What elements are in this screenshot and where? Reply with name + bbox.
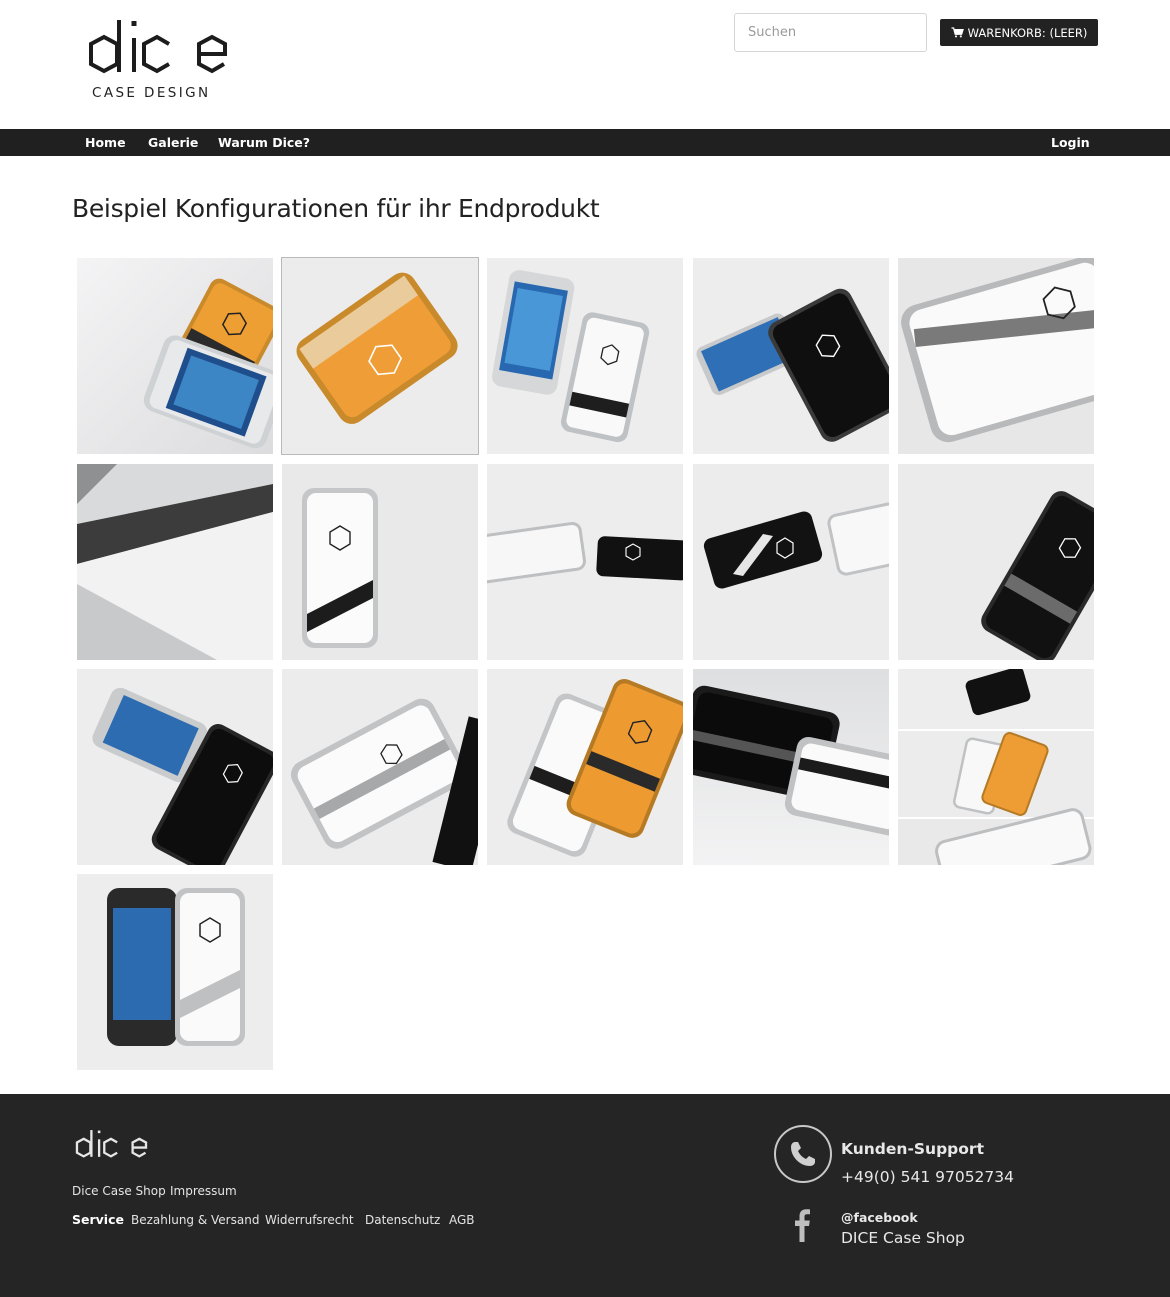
gallery-image-12[interactable]: [282, 669, 478, 865]
footer-service-label: Service: [72, 1212, 124, 1227]
gallery-image-14[interactable]: [693, 669, 889, 865]
facebook-icon[interactable]: [793, 1208, 811, 1246]
footer-link-agb[interactable]: AGB: [449, 1213, 475, 1227]
gallery-image-9[interactable]: [693, 464, 889, 660]
gallery-image-4[interactable]: [693, 258, 889, 454]
gallery-grid: [77, 257, 1094, 1070]
gallery-image-10[interactable]: [898, 464, 1094, 660]
facebook-handle[interactable]: @facebook: [841, 1210, 918, 1225]
main-navigation: Home Galerie Warum Dice? Login: [0, 129, 1170, 156]
dice-logo[interactable]: CASE DESIGN: [84, 16, 234, 106]
footer-link-impressum[interactable]: Impressum: [170, 1184, 237, 1198]
site-header: CASE DESIGN WARENKORB: (LEER): [0, 0, 1170, 129]
shopping-cart-icon: [951, 27, 964, 38]
site-footer: Dice Case Shop Impressum Service Bezahlu…: [0, 1094, 1170, 1297]
search-input[interactable]: [734, 13, 927, 52]
gallery-image-8[interactable]: [487, 464, 683, 660]
footer-link-datenschutz[interactable]: Datenschutz: [365, 1213, 440, 1227]
gallery-image-13[interactable]: [487, 669, 683, 865]
footer-link-bezahlung-versand[interactable]: Bezahlung & Versand: [131, 1213, 259, 1227]
footer-dice-logo[interactable]: [72, 1128, 152, 1166]
dice-logo-mark: [89, 20, 227, 74]
gallery-image-5[interactable]: [898, 258, 1094, 454]
cart-label: WARENKORB: (LEER): [967, 25, 1088, 40]
support-phone[interactable]: +49(0) 541 97052734: [841, 1168, 1014, 1186]
logo-subtitle: CASE DESIGN: [92, 85, 211, 101]
gallery-image-15[interactable]: [898, 669, 1094, 865]
gallery-image-16[interactable]: [77, 874, 273, 1070]
gallery-image-1[interactable]: [77, 258, 273, 454]
gallery-image-6[interactable]: [77, 464, 273, 660]
footer-link-dice-case-shop[interactable]: Dice Case Shop: [72, 1184, 166, 1198]
facebook-shop-name[interactable]: DICE Case Shop: [841, 1229, 965, 1247]
nav-item-warum-dice[interactable]: Warum Dice?: [218, 129, 310, 156]
nav-item-galerie[interactable]: Galerie: [148, 129, 198, 156]
gallery-image-7[interactable]: [282, 464, 478, 660]
footer-link-widerrufsrecht[interactable]: Widerrufsrecht: [265, 1213, 354, 1227]
support-title: Kunden-Support: [841, 1140, 984, 1158]
page-title: Beispiel Konfigurationen für ihr Endprod…: [72, 194, 600, 223]
phone-icon: [774, 1125, 832, 1183]
gallery-image-11[interactable]: [77, 669, 273, 865]
gallery-image-2[interactable]: [281, 257, 479, 455]
nav-item-home[interactable]: Home: [85, 129, 126, 156]
gallery-image-3[interactable]: [487, 258, 683, 454]
nav-item-login[interactable]: Login: [1051, 129, 1090, 156]
cart-button[interactable]: WARENKORB: (LEER): [940, 19, 1098, 46]
